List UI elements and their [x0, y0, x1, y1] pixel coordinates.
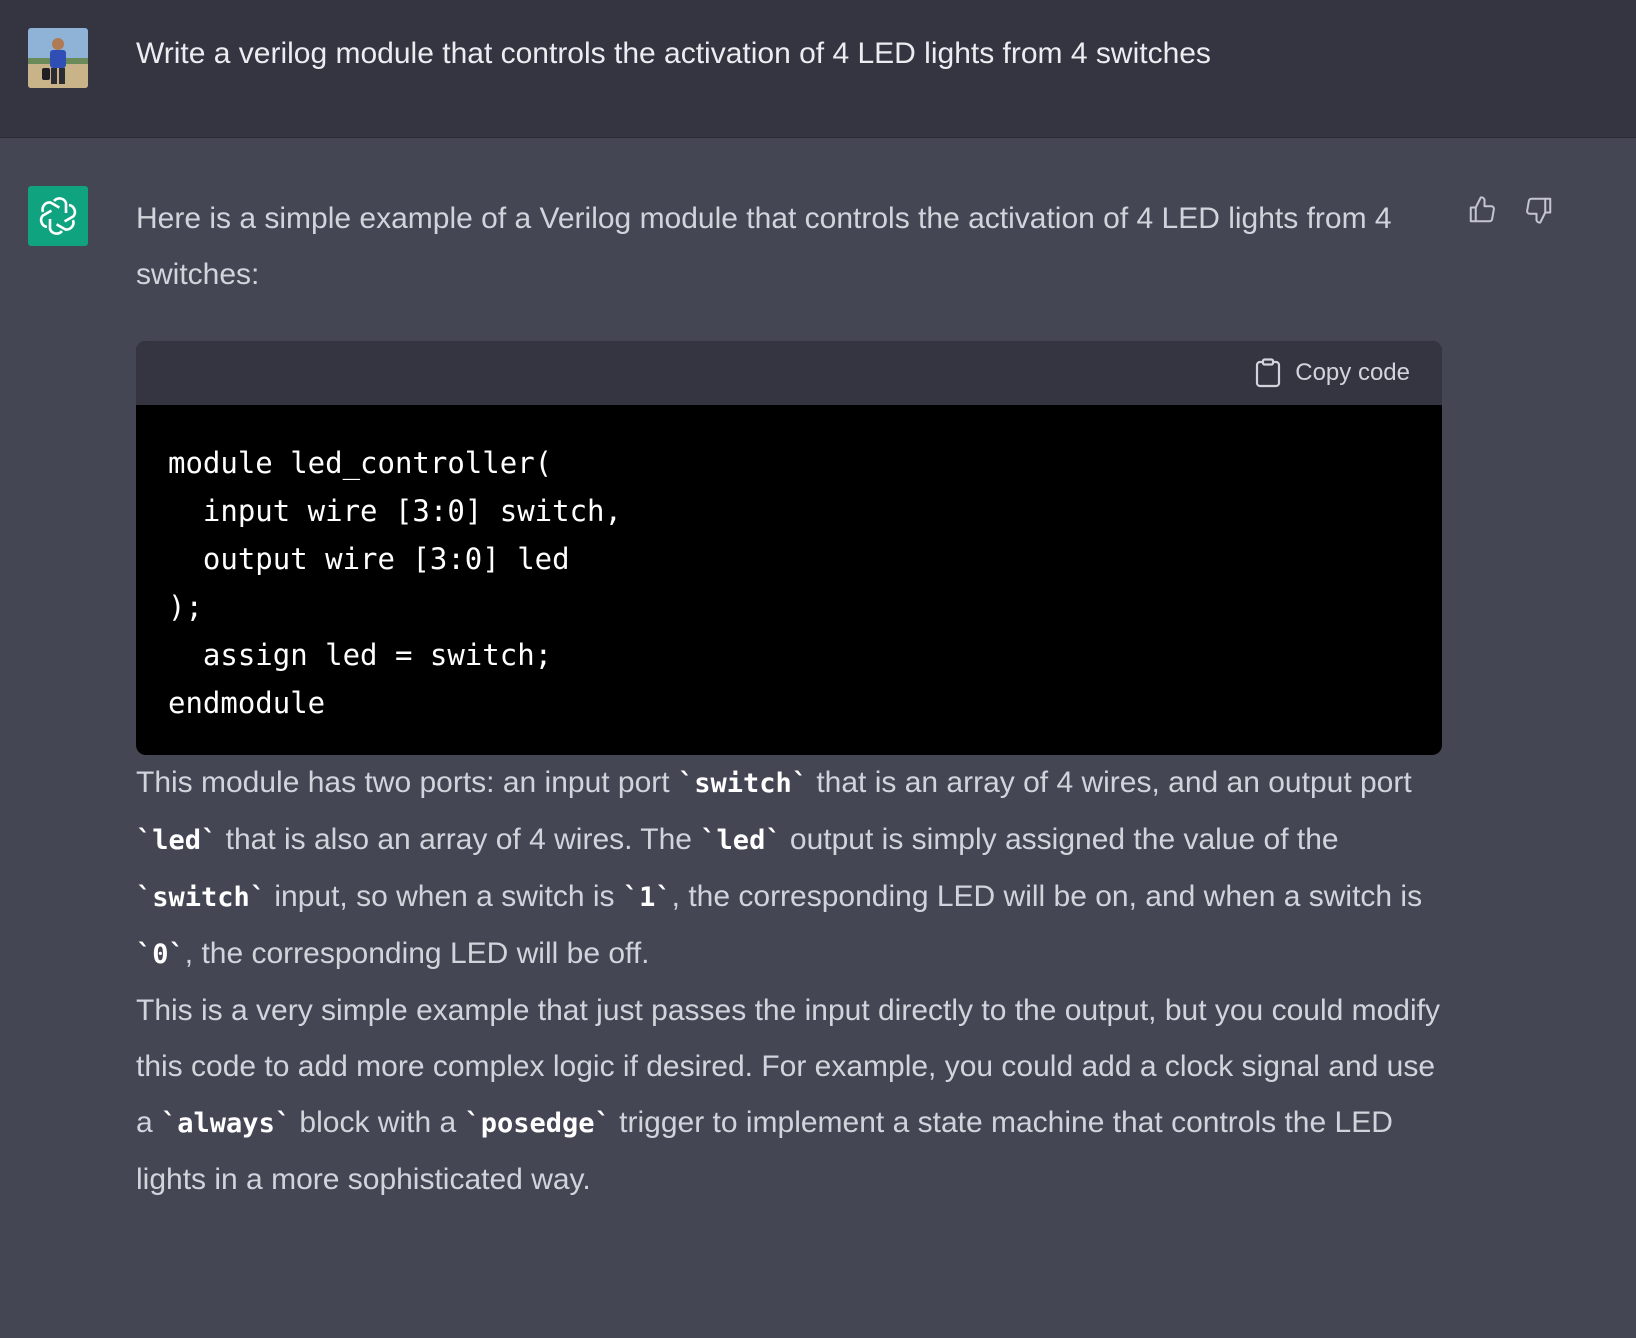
code-block: Copy code module led_controller( input w…	[136, 341, 1442, 755]
explanation-paragraph: This module has two ports: an input port…	[136, 755, 1442, 983]
extra-text: block with a	[291, 1106, 465, 1139]
code-line: module led_controller(	[168, 446, 553, 480]
inline-code: `switch`	[136, 882, 267, 913]
assistant-message-content: Here is a simple example of a Verilog mo…	[136, 191, 1442, 1208]
explanation-text: , the corresponding LED will be on, and …	[671, 880, 1423, 913]
copy-code-label: Copy code	[1295, 359, 1410, 386]
inline-code: `0`	[136, 939, 185, 970]
inline-code: `always`	[161, 1108, 292, 1139]
openai-logo-icon	[28, 186, 88, 246]
copy-code-button[interactable]: Copy code	[1255, 345, 1410, 401]
user-message-row: Write a verilog module that controls the…	[0, 0, 1636, 138]
assistant-intro-text: Here is a simple example of a Verilog mo…	[136, 202, 1392, 291]
user-message-text: Write a verilog module that controls the…	[136, 37, 1211, 70]
explanation-text: that is also an array of 4 wires. The	[217, 823, 701, 856]
explanation-text: that is an array of 4 wires, and an outp…	[808, 766, 1412, 799]
code-line: endmodule	[168, 686, 326, 720]
code-line: assign led = switch;	[168, 638, 553, 672]
thumbs-up-icon[interactable]	[1465, 193, 1499, 227]
code-line: input wire [3:0] switch,	[168, 494, 622, 528]
code-line: output wire [3:0] led	[168, 542, 570, 576]
thumbs-down-icon[interactable]	[1522, 193, 1556, 227]
explanation-text: This module has two ports: an input port	[136, 766, 678, 799]
explanation-text: input, so when a switch is	[266, 880, 623, 913]
code-block-header: Copy code	[136, 341, 1442, 405]
inline-code: `1`	[622, 882, 672, 913]
code-line: );	[168, 590, 203, 624]
clipboard-icon	[1256, 358, 1281, 388]
inline-code: `posedge`	[464, 1108, 611, 1139]
code-body: module led_controller( input wire [3:0] …	[136, 405, 1442, 755]
user-avatar	[28, 28, 88, 88]
inline-code: `switch`	[677, 768, 808, 799]
explanation-text: output is simply assigned the value of t…	[781, 823, 1339, 856]
inline-code: `led`	[136, 825, 218, 856]
extra-paragraph: This is a very simple example that just …	[136, 983, 1442, 1208]
inline-code: `led`	[700, 825, 782, 856]
assistant-message-row: Here is a simple example of a Verilog mo…	[0, 139, 1636, 1338]
explanation-text: , the corresponding LED will be off.	[184, 937, 650, 970]
